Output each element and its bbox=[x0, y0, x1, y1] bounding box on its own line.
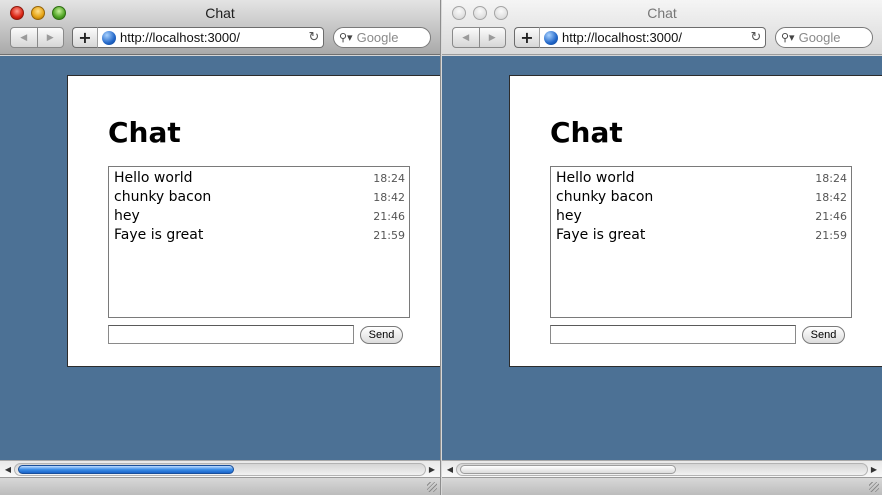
forward-button[interactable]: ▶ bbox=[480, 28, 506, 47]
resize-grip-icon[interactable] bbox=[427, 482, 437, 492]
message-list: Hello world 18:24 chunky bacon 18:42 hey… bbox=[550, 166, 852, 318]
window-toolbar: Chat ◀ ▶ + http://localhost:3000/ ↻ ⚲▾ G… bbox=[442, 0, 882, 55]
search-placeholder: Google bbox=[356, 30, 399, 45]
scroll-track[interactable] bbox=[456, 463, 868, 476]
url-text[interactable]: http://localhost:3000/ bbox=[120, 30, 305, 45]
history-nav: ◀ ▶ bbox=[10, 27, 64, 48]
horizontal-scrollbar[interactable]: ◀ ▶ bbox=[442, 460, 882, 477]
message-time: 18:24 bbox=[815, 172, 847, 185]
send-button[interactable]: Send bbox=[360, 326, 403, 344]
message-item: hey 21:46 bbox=[114, 208, 405, 227]
message-time: 21:46 bbox=[815, 210, 847, 223]
reload-icon[interactable]: ↻ bbox=[747, 30, 765, 45]
back-arrow-icon: ◀ bbox=[462, 32, 470, 43]
add-bookmark-button[interactable]: + bbox=[514, 27, 540, 48]
url-text[interactable]: http://localhost:3000/ bbox=[562, 30, 747, 45]
message-time: 18:42 bbox=[815, 191, 847, 204]
message-time: 21:59 bbox=[815, 229, 847, 242]
address-bar[interactable]: http://localhost:3000/ ↻ bbox=[540, 27, 766, 48]
search-icon[interactable]: ⚲▾ bbox=[781, 31, 795, 44]
message-time: 21:59 bbox=[373, 229, 405, 242]
forward-arrow-icon: ▶ bbox=[46, 32, 54, 43]
window-toolbar: Chat ◀ ▶ + http://localhost:3000/ ↻ ⚲▾ G… bbox=[0, 0, 440, 55]
message-input[interactable] bbox=[550, 325, 796, 344]
search-placeholder: Google bbox=[798, 30, 841, 45]
message-item: chunky bacon 18:42 bbox=[114, 189, 405, 208]
message-text: hey bbox=[114, 208, 140, 224]
page-viewport: Chat Hello world 18:24 chunky bacon 18:4… bbox=[442, 56, 882, 460]
message-time: 18:24 bbox=[373, 172, 405, 185]
search-field[interactable]: ⚲▾ Google bbox=[333, 27, 431, 48]
scroll-right-arrow-icon[interactable]: ▶ bbox=[426, 461, 438, 478]
message-input[interactable] bbox=[108, 325, 354, 344]
back-arrow-icon: ◀ bbox=[20, 32, 28, 43]
forward-arrow-icon: ▶ bbox=[488, 32, 496, 43]
message-text: Hello world bbox=[556, 170, 635, 186]
status-bar bbox=[0, 477, 440, 495]
chat-panel: Chat Hello world 18:24 chunky bacon 18:4… bbox=[509, 75, 882, 367]
message-item: chunky bacon 18:42 bbox=[556, 189, 847, 208]
plus-icon: + bbox=[520, 27, 534, 47]
browser-window-right: Chat ◀ ▶ + http://localhost:3000/ ↻ ⚲▾ G… bbox=[442, 0, 882, 495]
address-bar[interactable]: http://localhost:3000/ ↻ bbox=[98, 27, 324, 48]
globe-icon bbox=[102, 30, 116, 45]
scroll-left-arrow-icon[interactable]: ◀ bbox=[444, 461, 456, 478]
chat-panel: Chat Hello world 18:24 chunky bacon 18:4… bbox=[67, 75, 440, 367]
message-text: chunky bacon bbox=[556, 189, 654, 205]
back-button[interactable]: ◀ bbox=[11, 28, 38, 47]
message-text: Faye is great bbox=[556, 227, 646, 243]
horizontal-scrollbar[interactable]: ◀ ▶ bbox=[0, 460, 440, 477]
message-item: Faye is great 21:59 bbox=[556, 227, 847, 246]
status-bar bbox=[442, 477, 882, 495]
message-time: 21:46 bbox=[373, 210, 405, 223]
window-title: Chat bbox=[647, 5, 677, 21]
scroll-left-arrow-icon[interactable]: ◀ bbox=[2, 461, 14, 478]
scroll-track[interactable] bbox=[14, 463, 426, 476]
globe-icon bbox=[544, 30, 558, 45]
forward-button[interactable]: ▶ bbox=[38, 28, 64, 47]
scroll-thumb[interactable] bbox=[18, 465, 234, 474]
message-text: chunky bacon bbox=[114, 189, 212, 205]
reload-icon[interactable]: ↻ bbox=[305, 30, 323, 45]
page-title: Chat bbox=[550, 116, 623, 149]
message-list: Hello world 18:24 chunky bacon 18:42 hey… bbox=[108, 166, 410, 318]
window-title: Chat bbox=[205, 5, 235, 21]
message-item: Faye is great 21:59 bbox=[114, 227, 405, 246]
scroll-right-arrow-icon[interactable]: ▶ bbox=[868, 461, 880, 478]
message-time: 18:42 bbox=[373, 191, 405, 204]
history-nav: ◀ ▶ bbox=[452, 27, 506, 48]
message-text: Faye is great bbox=[114, 227, 204, 243]
message-item: hey 21:46 bbox=[556, 208, 847, 227]
page-title: Chat bbox=[108, 116, 181, 149]
add-bookmark-button[interactable]: + bbox=[72, 27, 98, 48]
plus-icon: + bbox=[78, 27, 92, 47]
message-text: hey bbox=[556, 208, 582, 224]
search-field[interactable]: ⚲▾ Google bbox=[775, 27, 873, 48]
message-item: Hello world 18:24 bbox=[114, 170, 405, 189]
message-text: Hello world bbox=[114, 170, 193, 186]
resize-grip-icon[interactable] bbox=[869, 482, 879, 492]
back-button[interactable]: ◀ bbox=[453, 28, 480, 47]
send-button[interactable]: Send bbox=[802, 326, 845, 344]
scroll-thumb[interactable] bbox=[460, 465, 676, 474]
search-icon[interactable]: ⚲▾ bbox=[339, 31, 353, 44]
message-item: Hello world 18:24 bbox=[556, 170, 847, 189]
page-viewport: Chat Hello world 18:24 chunky bacon 18:4… bbox=[0, 56, 440, 460]
browser-window-left: Chat ◀ ▶ + http://localhost:3000/ ↻ ⚲▾ G… bbox=[0, 0, 441, 495]
